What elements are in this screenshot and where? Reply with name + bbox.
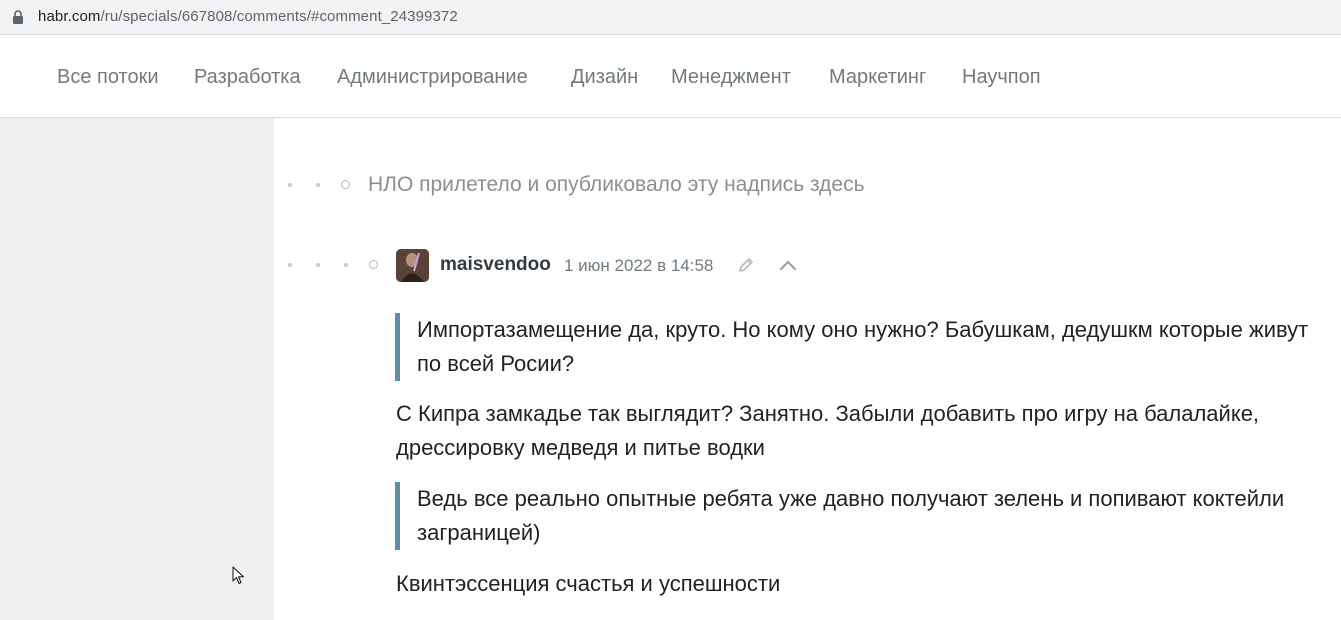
browser-url-bar[interactable]: habr.com/ru/specials/667808/comments/#co… — [0, 0, 1341, 35]
pencil-icon[interactable] — [737, 256, 755, 274]
nav-item-administration[interactable]: Администрирование — [337, 66, 528, 89]
nav-item-development[interactable]: Разработка — [194, 66, 301, 89]
avatar[interactable] — [396, 249, 429, 282]
url-path: /ru/specials/667808/comments/#comment_24… — [100, 8, 458, 25]
blockquote: Ведь все реально опытные ребята уже давн… — [395, 482, 1317, 550]
indent-dot — [288, 183, 292, 187]
nav-item-marketing[interactable]: Маркетинг — [829, 66, 926, 89]
comment-date[interactable]: 1 июн 2022 в 14:58 — [564, 256, 713, 276]
url-host: habr.com — [38, 8, 101, 25]
indent-dot — [288, 263, 292, 267]
chevron-up-icon[interactable] — [779, 258, 797, 272]
nav-item-popular-science[interactable]: Научпоп — [962, 66, 1041, 89]
comment-paragraph: Квинтэссенция счастья и успешности — [396, 567, 1331, 601]
paragraph-text: Квинтэссенция счастья и успешности — [396, 571, 781, 596]
indent-dot — [316, 183, 320, 187]
nav-item-design[interactable]: Дизайн — [571, 66, 638, 89]
ufo-notice: НЛО прилетело и опубликовало эту надпись… — [368, 173, 865, 196]
mouse-pointer-icon — [232, 566, 245, 585]
thread-ring-icon[interactable] — [369, 260, 378, 269]
comment-author[interactable]: maisvendoo — [440, 254, 551, 276]
thread-indent-markers — [288, 260, 383, 270]
quote-text: Ведь все реально опытные ребята уже давн… — [417, 486, 1285, 545]
avatar-image — [396, 249, 429, 282]
nav-item-management[interactable]: Менеджмент — [671, 66, 791, 89]
blockquote: Импортазамещение да, круто. Но кому оно … — [395, 313, 1317, 381]
address-field[interactable]: habr.com/ru/specials/667808/comments/#co… — [0, 0, 1341, 34]
indent-dot — [344, 263, 348, 267]
comment-paragraph: С Кипра замкадье так выглядит? Занятно. … — [396, 397, 1331, 465]
lock-icon — [13, 10, 23, 24]
paragraph-text: С Кипра замкадье так выглядит? Занятно. … — [396, 401, 1260, 460]
indent-dot — [316, 263, 320, 267]
thread-ring-icon[interactable] — [341, 180, 350, 189]
url-text[interactable]: habr.com/ru/specials/667808/comments/#co… — [38, 8, 458, 25]
left-gutter — [0, 118, 274, 620]
quote-text: Импортазамещение да, круто. Но кому оно … — [417, 317, 1309, 376]
nav-item-all-flows[interactable]: Все потоки — [57, 66, 159, 89]
thread-indent-markers — [288, 180, 358, 190]
hub-navigation: Все потоки Разработка Администрирование … — [0, 40, 1341, 118]
